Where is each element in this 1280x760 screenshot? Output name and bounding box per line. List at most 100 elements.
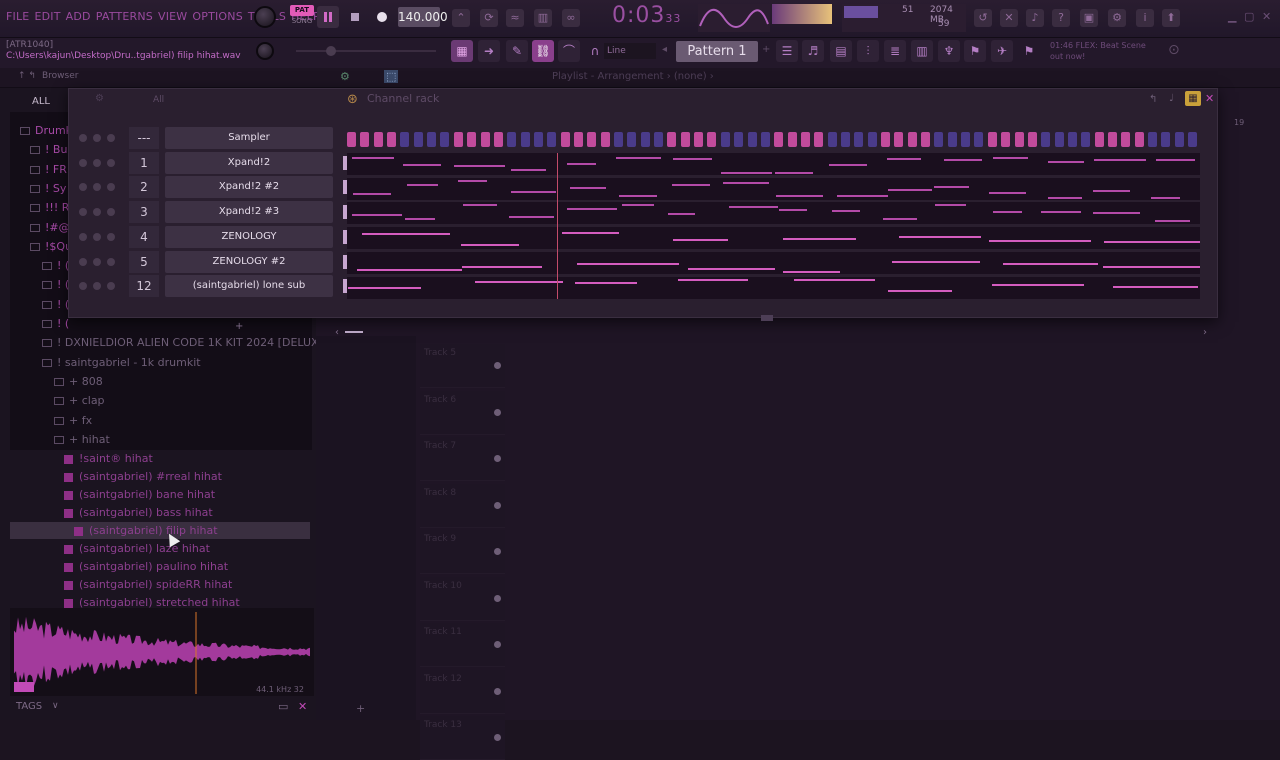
browser-folder-item[interactable]: ! ( — [42, 278, 69, 291]
channel-mute-icon[interactable] — [79, 282, 87, 291]
track-header[interactable]: Track 10 — [420, 576, 505, 621]
step-button[interactable] — [934, 132, 944, 147]
add-channel-icon[interactable]: + — [235, 321, 243, 332]
step-button[interactable] — [1001, 132, 1011, 147]
channel-row[interactable]: 4 ZENOLOGY — [79, 225, 347, 248]
step-button[interactable] — [680, 132, 690, 147]
menu-add[interactable]: ADD — [66, 10, 91, 23]
browser-folder-item[interactable]: ! ( — [42, 298, 69, 311]
step-button[interactable] — [921, 132, 931, 147]
playlist-header[interactable]: Playlist - Arrangement › (none) › — [552, 71, 714, 82]
browser-folder-item[interactable]: ! FR — [30, 163, 67, 176]
step-button[interactable] — [1148, 132, 1157, 147]
step-button[interactable] — [907, 132, 917, 147]
snap-select[interactable]: Line — [604, 43, 656, 59]
step-button[interactable] — [1107, 132, 1117, 147]
step-button[interactable] — [587, 132, 597, 147]
channel-mixer-track[interactable]: 4 — [129, 225, 159, 248]
channel-note-preview[interactable] — [347, 202, 1200, 225]
track-header[interactable]: Track 5 — [420, 344, 505, 388]
channel-pan-knob[interactable] — [93, 158, 101, 167]
step-button[interactable] — [427, 132, 437, 147]
rack-close-icon[interactable]: ✕ — [1205, 92, 1214, 105]
step-button[interactable] — [881, 132, 890, 147]
track-mute-icon[interactable] — [494, 501, 501, 509]
pattern-prev-icon[interactable]: ◂ — [662, 44, 667, 55]
channel-note-preview[interactable] — [347, 177, 1200, 200]
step-button[interactable] — [840, 132, 850, 147]
rack-swing-icon[interactable]: ⊛ — [347, 92, 358, 107]
browser-folder-item[interactable]: !!! R — [30, 201, 69, 214]
pitch-slider-handle[interactable] — [326, 46, 336, 56]
close-window-icon[interactable]: ✕ — [1262, 10, 1271, 23]
step-button[interactable] — [867, 132, 877, 147]
step-button[interactable] — [827, 132, 837, 147]
browser-file-item[interactable]: (saintgabriel) paulino hihat — [64, 560, 228, 573]
arrow-right-icon[interactable]: ➜ — [478, 40, 500, 62]
tags-label[interactable]: TAGS — [16, 701, 42, 712]
pattern-add-icon[interactable]: + — [762, 44, 770, 55]
channel-volume-knob[interactable] — [107, 134, 115, 142]
channel-mute-icon[interactable] — [79, 158, 87, 167]
channel-pan-knob[interactable] — [93, 134, 101, 142]
sampler-step-sequencer[interactable] — [347, 132, 1200, 148]
playlist-tool-icon[interactable]: ⚙ — [340, 70, 350, 83]
channel-volume-knob[interactable] — [107, 257, 115, 266]
tags-dropdown-icon[interactable]: ∨ — [52, 701, 59, 711]
maximize-icon[interactable]: ▢ — [1244, 10, 1254, 23]
step-button[interactable] — [453, 132, 463, 147]
cut-icon[interactable]: ✕ — [1000, 9, 1018, 27]
track-mute-icon[interactable] — [494, 362, 501, 369]
step-button[interactable] — [694, 132, 704, 147]
track-header[interactable]: Track 13 — [420, 716, 505, 760]
channel-mute-icon[interactable] — [79, 232, 87, 241]
browser-icon[interactable]: ▥ — [911, 40, 933, 62]
wait-input-icon[interactable]: ⟳ — [480, 9, 498, 27]
step-button[interactable] — [747, 132, 757, 147]
step-button[interactable] — [1054, 132, 1064, 147]
rack-filter[interactable]: All — [153, 95, 164, 105]
step-edit-icon[interactable]: ▥ — [534, 9, 552, 27]
plugin-icon[interactable]: ⬆ — [1162, 9, 1180, 27]
loop-record-icon[interactable]: ∞ — [562, 9, 580, 27]
playlist-view-icon[interactable]: ▦ — [451, 40, 473, 62]
track-header[interactable]: Track 9 — [420, 530, 505, 574]
step-button[interactable] — [1081, 132, 1091, 147]
step-button[interactable] — [787, 132, 797, 147]
help-circle-icon[interactable]: ⊙ — [1168, 42, 1180, 58]
step-button[interactable] — [573, 132, 583, 147]
channel-name-button[interactable]: Xpand!2 — [165, 151, 333, 174]
channel-name-button[interactable]: Sampler — [165, 127, 333, 149]
help-icon[interactable]: ? — [1052, 9, 1070, 27]
scroll-left-icon[interactable]: ‹ — [335, 327, 339, 338]
browser-folder-item[interactable]: ! saintgabriel - 1k drumkit — [42, 356, 201, 369]
news-ticker[interactable]: 01:46 FLEX: Beat Scene out now! — [1050, 40, 1146, 62]
channel-pan-knob[interactable] — [93, 183, 101, 192]
mic-icon[interactable]: ♪ — [1026, 9, 1044, 27]
track-header[interactable]: Track 11 — [420, 623, 505, 667]
step-button[interactable] — [360, 132, 370, 147]
browser-folder-item[interactable]: + fx — [54, 414, 92, 427]
step-button[interactable] — [1041, 132, 1051, 147]
news-icon[interactable]: ⚑ — [1018, 40, 1040, 62]
channel-mixer-track[interactable]: 1 — [129, 151, 159, 174]
channel-mixer-track[interactable]: 2 — [129, 176, 159, 199]
song-time-display[interactable]: 0:0333 — [612, 3, 684, 33]
browser-file-item[interactable]: (saintgabriel) bane hihat — [64, 488, 215, 501]
step-button[interactable] — [987, 132, 997, 147]
channel-mute-icon[interactable] — [79, 183, 87, 192]
step-button[interactable] — [1174, 132, 1184, 147]
browser-file-item[interactable]: !saint® hihat — [64, 452, 153, 465]
step-button[interactable] — [734, 132, 744, 147]
channel-note-preview[interactable] — [347, 276, 1200, 299]
menu-patterns[interactable]: PATTERNS — [96, 10, 153, 23]
step-button[interactable] — [467, 132, 477, 147]
menu-view[interactable]: VIEW — [158, 10, 187, 23]
pause-button[interactable] — [317, 6, 339, 28]
browser-file-item[interactable]: (saintgabriel) spideRR hihat — [64, 578, 232, 591]
magnet-icon[interactable]: ⌒ — [558, 40, 580, 62]
info-icon[interactable]: i — [1136, 9, 1154, 27]
track-mute-icon[interactable] — [494, 641, 501, 648]
channel-pan-knob[interactable] — [93, 208, 101, 217]
step-button[interactable] — [720, 132, 730, 147]
